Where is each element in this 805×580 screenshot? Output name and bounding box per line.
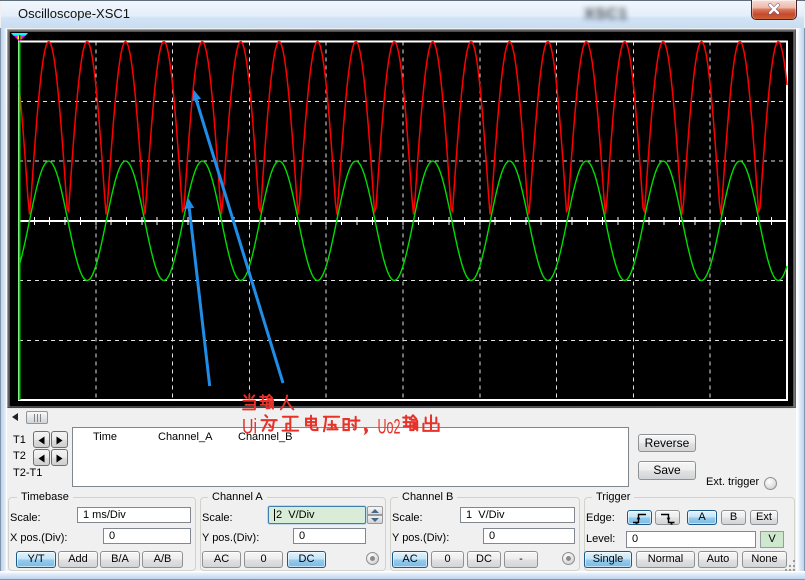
- svg-text:Uo2: Uo2: [378, 416, 401, 439]
- svg-text:Ui: Ui: [242, 416, 257, 439]
